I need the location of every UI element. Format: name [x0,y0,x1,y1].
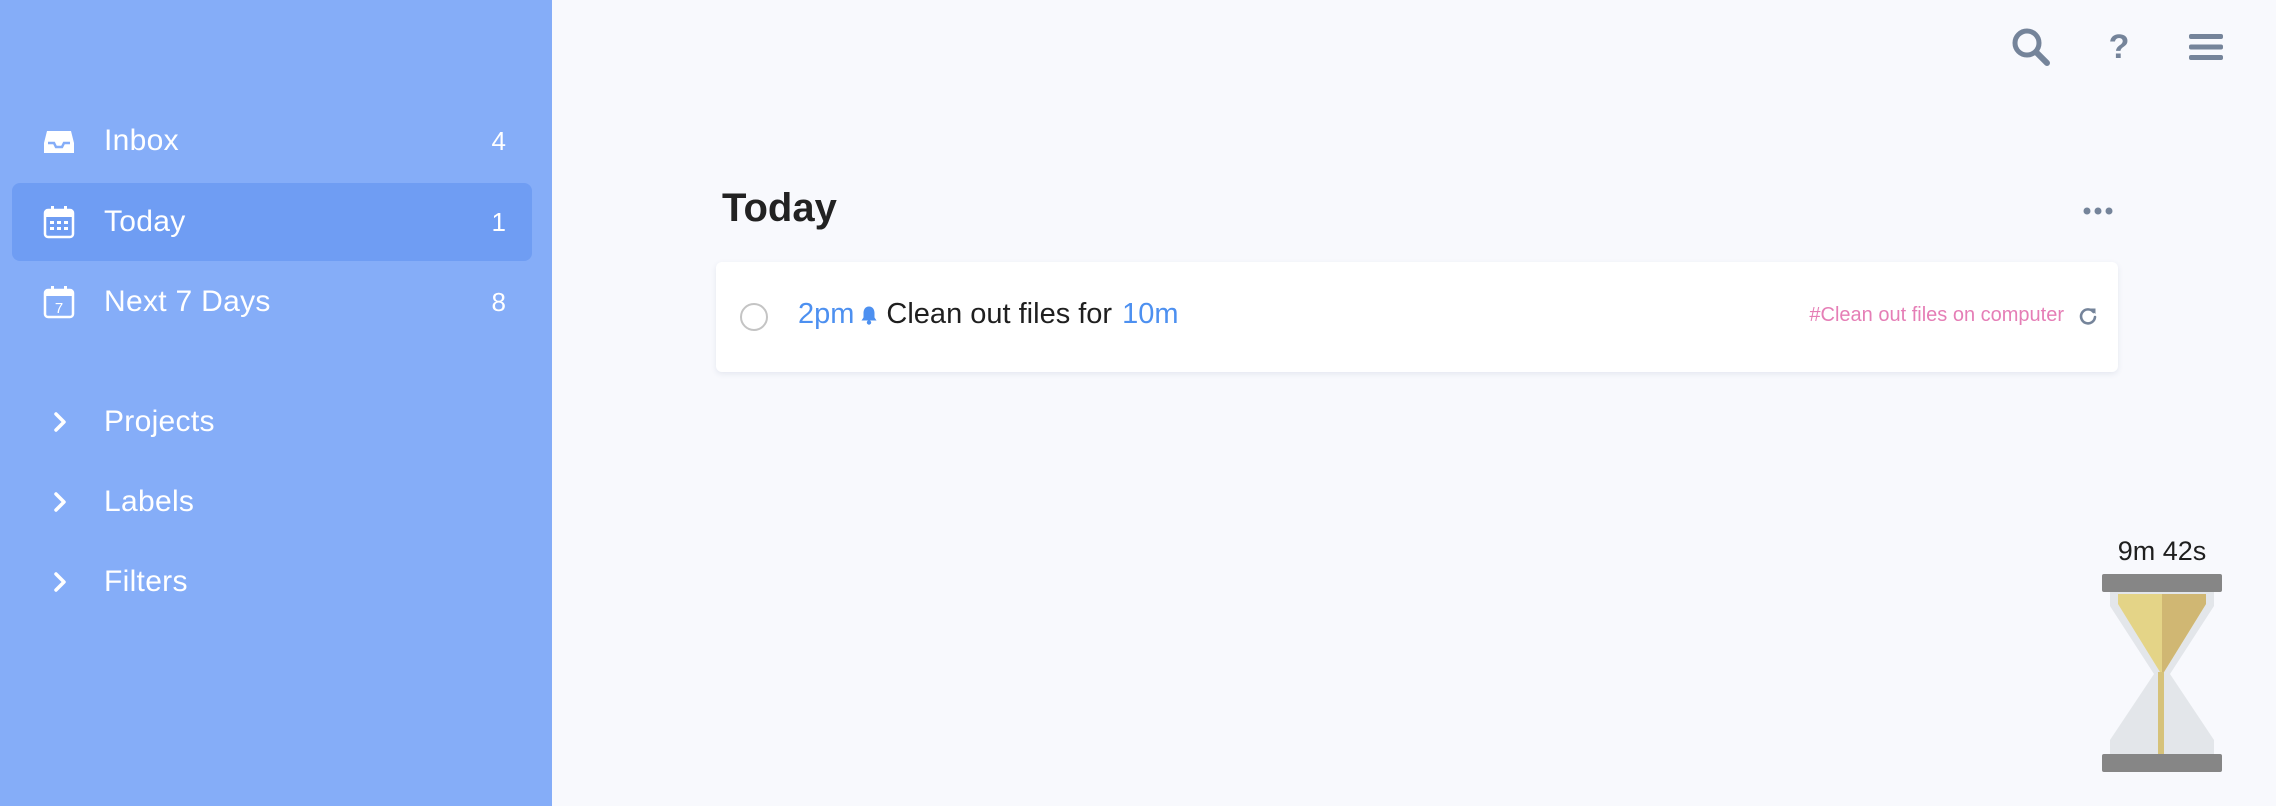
task-time: 2pm [798,298,855,330]
sidebar-section-filters[interactable]: Filters [12,547,532,617]
sidebar-section-projects[interactable]: Projects [12,387,532,457]
sidebar-item-next-7-days[interactable]: 7 Next 7 Days 8 [12,263,532,341]
help-icon[interactable]: ? [2096,24,2142,70]
sidebar-section-label: Projects [104,405,215,438]
help-glyph: ? [2108,27,2130,66]
timer-remaining: 9m 42s [2117,536,2207,566]
sidebar-item-today[interactable]: Today 1 [12,183,532,261]
calendar-7-digit: 7 [55,300,63,317]
task-project-tag[interactable]: #Clean out files on computer [1809,304,2064,327]
chevron-right-icon [48,567,72,597]
sidebar-item-count: 1 [491,206,506,237]
menu-icon[interactable] [2183,24,2229,70]
chevron-right-icon [48,487,72,517]
bell-icon [858,303,880,327]
inbox-icon [42,124,76,158]
search-icon[interactable] [2008,24,2054,70]
sidebar-item-count: 8 [491,286,506,317]
task-duration: 10m [1122,298,1179,330]
chevron-right-icon [48,407,72,437]
task-complete-checkbox[interactable] [740,303,768,331]
sidebar-section-label: Labels [104,485,195,518]
task-text: Clean out files for [886,298,1113,330]
sidebar-section-label: Filters [104,565,188,598]
more-horizontal-icon[interactable] [2076,196,2120,226]
sidebar: Inbox 4 Today 1 7 Next 7 Days 8 Projects… [0,0,552,806]
sidebar-item-label: Next 7 Days [104,285,271,318]
sidebar-item-inbox[interactable]: Inbox 4 [12,102,532,180]
repeat-icon [2076,304,2100,328]
sidebar-section-labels[interactable]: Labels [12,467,532,537]
sidebar-item-count: 4 [491,125,506,156]
sidebar-item-label: Inbox [104,124,179,157]
page-title: Today [722,186,837,230]
sidebar-item-label: Today [104,205,186,238]
hourglass-icon [2100,572,2224,776]
task-content[interactable]: 2pm Clean out files for 10m [798,298,1179,331]
calendar-7-icon: 7 [42,285,76,319]
calendar-icon [42,205,76,239]
task-item[interactable]: 2pm Clean out files for 10m #Clean out f… [716,262,2118,372]
